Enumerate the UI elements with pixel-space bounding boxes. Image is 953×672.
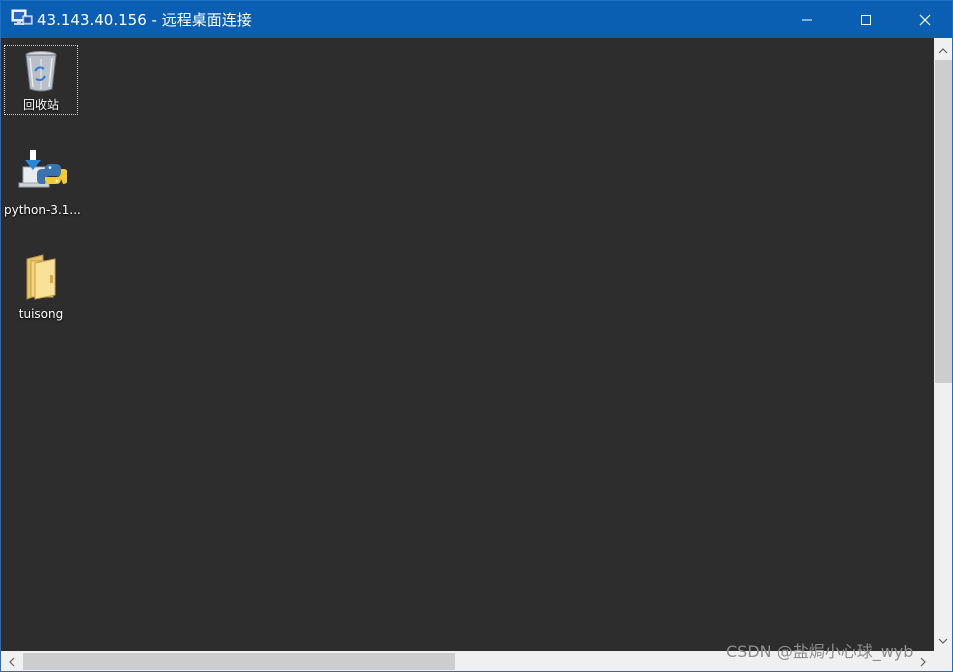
maximize-icon — [860, 14, 872, 26]
chevron-down-icon — [938, 630, 948, 649]
recycle-bin-icon — [21, 49, 61, 97]
close-icon — [919, 14, 931, 26]
close-button[interactable] — [902, 1, 948, 38]
scrollbar-corner — [934, 651, 952, 671]
scroll-down-button[interactable] — [934, 630, 952, 648]
vertical-scroll-thumb[interactable] — [935, 60, 952, 383]
folder-icon — [23, 253, 59, 305]
desktop-icon-python-installer[interactable]: python-3.1... — [4, 149, 81, 219]
python-installer-icon — [15, 149, 68, 201]
chevron-left-icon — [8, 652, 16, 671]
maximize-button[interactable] — [843, 1, 889, 38]
desktop-icon-label: python-3.1... — [4, 203, 81, 217]
desktop-icon-folder-tuisong[interactable]: tuisong — [4, 253, 78, 323]
remote-desktop-icon — [11, 9, 33, 29]
remote-desktop-area[interactable]: 回收站 python-3.1... tuisong — [1, 38, 934, 651]
watermark-text: CSDN @盐焗小心球_wyb — [726, 642, 914, 661]
scroll-left-button[interactable] — [3, 651, 21, 671]
remote-desktop-window: 43.143.40.156 - 远程桌面连接 回收站 python-3.1...… — [0, 0, 953, 672]
minimize-button[interactable] — [784, 1, 830, 38]
desktop-icon-label: 回收站 — [22, 98, 59, 112]
desktop-icon-label: tuisong — [18, 307, 64, 321]
horizontal-scroll-thumb[interactable] — [23, 653, 455, 670]
title-bar[interactable]: 43.143.40.156 - 远程桌面连接 — [1, 1, 952, 38]
window-title: 43.143.40.156 - 远程桌面连接 — [37, 11, 252, 29]
vertical-scrollbar[interactable] — [934, 38, 952, 651]
desktop-icon-recycle-bin[interactable]: 回收站 — [4, 45, 78, 115]
scroll-up-button[interactable] — [934, 40, 952, 58]
minimize-icon — [801, 14, 813, 26]
scroll-right-button[interactable] — [914, 651, 932, 671]
chevron-right-icon — [919, 652, 927, 671]
chevron-up-icon — [938, 40, 948, 59]
